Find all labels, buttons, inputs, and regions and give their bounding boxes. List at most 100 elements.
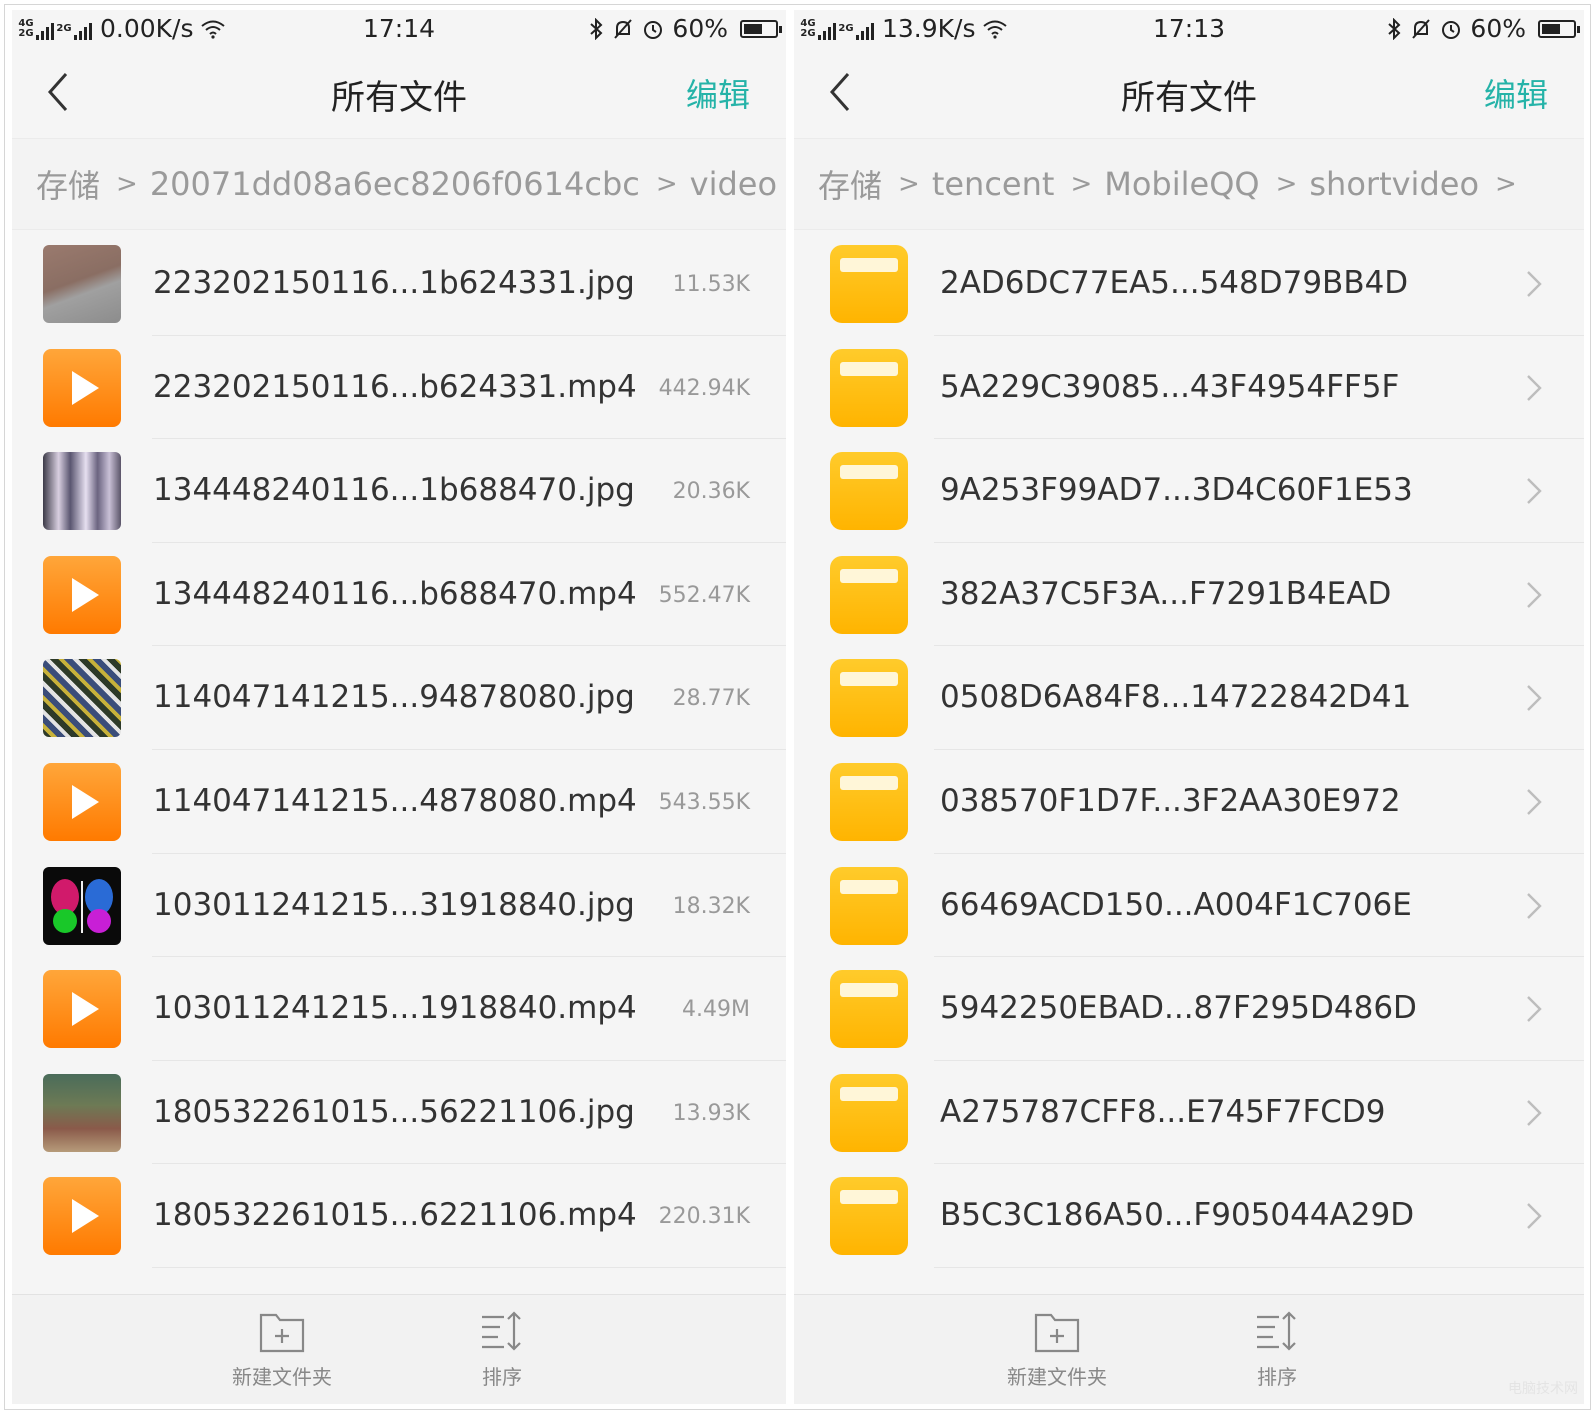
battery-icon (740, 19, 782, 38)
new-folder-label: 新建文件夹 (232, 1365, 332, 1389)
bluetooth-icon (590, 17, 603, 40)
file-row[interactable]: 180532261015...6221106.mp4 220.31K (12, 1164, 786, 1268)
chevron-right-icon: > (1495, 169, 1517, 199)
file-row[interactable]: 134448240116...1b688470.jpg 20.36K (12, 439, 786, 543)
file-row[interactable]: 180532261015...56221106.jpg 13.93K (12, 1061, 786, 1165)
alarm-icon (1442, 20, 1461, 39)
bell-mute-icon (1412, 18, 1431, 39)
breadcrumb-item[interactable]: 存储 (36, 161, 100, 207)
bluetooth-icon (1388, 17, 1401, 40)
breadcrumb-item[interactable]: MobileQQ (1104, 165, 1259, 203)
new-folder-icon (259, 1313, 305, 1353)
folder-row[interactable]: 038570F1D7F...3F2AA30E972 (794, 750, 1584, 854)
folder-name: 5942250EBAD...87F295D486D (940, 990, 1417, 1027)
new-folder-button[interactable]: 新建文件夹 (987, 1309, 1127, 1390)
file-name: 134448240116...1b688470.jpg (153, 472, 635, 509)
image-thumbnail (43, 659, 121, 738)
file-row[interactable]: 223202150116...b624331.mp4 442.94K (12, 336, 786, 440)
row-divider (152, 1266, 786, 1268)
folder-icon (830, 555, 908, 634)
file-name: 180532261015...6221106.mp4 (153, 1197, 637, 1234)
chevron-right-icon: > (116, 169, 138, 199)
chevron-right-icon: > (1275, 169, 1298, 199)
breadcrumb: 存储 > tencent > MobileQQ > shortvideo > (794, 138, 1584, 230)
row-divider (934, 1266, 1584, 1268)
status-bar: 4G 2G 2G 13.9K/s 17:13 60% (794, 10, 1584, 46)
nav-bar: 所有文件 编辑 (12, 46, 786, 138)
breadcrumb-item[interactable]: video (690, 165, 777, 203)
watermark: 电脑技术网 (1508, 1381, 1578, 1397)
folder-name: 382A37C5F3A...F7291B4EAD (940, 575, 1392, 612)
file-row[interactable]: 114047141215...94878080.jpg 28.77K (12, 646, 786, 750)
chevron-right-icon (1527, 789, 1542, 815)
breadcrumb-item[interactable]: shortvideo (1309, 165, 1479, 203)
folder-icon (830, 452, 908, 531)
chevron-right-icon: > (1070, 169, 1093, 199)
file-row[interactable]: 103011241215...31918840.jpg 18.32K (12, 854, 786, 958)
sort-icon (1257, 1311, 1296, 1351)
battery-percent: 60% (1470, 14, 1526, 43)
breadcrumb-item[interactable]: tencent (932, 165, 1055, 203)
sort-button[interactable]: 排序 (432, 1309, 572, 1390)
file-row[interactable]: 114047141215...4878080.mp4 543.55K (12, 750, 786, 854)
file-size: 20.36K (672, 479, 750, 505)
chevron-right-icon (1527, 1099, 1542, 1126)
play-icon (43, 555, 121, 634)
nav-bar: 所有文件 编辑 (794, 46, 1584, 138)
new-folder-icon (1034, 1313, 1080, 1353)
image-thumbnail (43, 452, 121, 531)
image-thumbnail (43, 245, 121, 323)
breadcrumb-item[interactable]: 20071dd08a6ec8206f0614cbc (150, 165, 640, 203)
folder-name: 0508D6A84F8...14722842D41 (940, 679, 1412, 716)
battery-percent: 60% (672, 14, 728, 43)
page-title: 所有文件 (331, 78, 467, 118)
folder-row[interactable]: 382A37C5F3A...F7291B4EAD (794, 543, 1584, 647)
breadcrumb-item[interactable]: 存储 (818, 161, 882, 207)
folder-row[interactable]: 2AD6DC77EA5...548D79BB4D (794, 232, 1584, 336)
file-row[interactable]: 223202150116...1b624331.jpg 11.53K (12, 232, 786, 336)
play-icon (43, 348, 121, 427)
folder-row[interactable]: 9A253F99AD7...3D4C60F1E53 (794, 439, 1584, 543)
chevron-right-icon (1527, 892, 1542, 919)
file-row[interactable]: 103011241215...1918840.mp4 4.49M (12, 957, 786, 1061)
folder-name: 2AD6DC77EA5...548D79BB4D (940, 265, 1409, 301)
file-size: 543.55K (658, 789, 750, 815)
edit-button[interactable]: 编辑 (1484, 70, 1548, 116)
bottom-toolbar: 新建文件夹 排序 (794, 1294, 1584, 1404)
file-size: 11.53K (672, 272, 750, 297)
folder-icon (830, 245, 908, 323)
file-size: 552.47K (658, 582, 750, 608)
sort-label: 排序 (482, 1365, 522, 1389)
file-name: 223202150116...b624331.mp4 (153, 368, 637, 405)
folder-name: 5A229C39085...43F4954FF5F (940, 368, 1400, 405)
folder-row[interactable]: A275787CFF8...E745F7FCD9 (794, 1061, 1584, 1165)
folder-name: 9A253F99AD7...3D4C60F1E53 (940, 472, 1413, 509)
play-icon (43, 1177, 121, 1256)
bottom-toolbar: 新建文件夹 排序 (12, 1294, 786, 1404)
file-name: 114047141215...4878080.mp4 (153, 782, 637, 819)
folder-icon (830, 348, 908, 427)
folder-row[interactable]: B5C3C186A50...F905044A29D (794, 1164, 1584, 1268)
breadcrumb: 存储 > 20071dd08a6ec8206f0614cbc > video > (12, 138, 786, 230)
chevron-right-icon (1527, 271, 1542, 297)
file-size: 442.94K (658, 375, 750, 401)
chevron-right-icon: > (655, 169, 678, 199)
file-size: 28.77K (672, 686, 750, 712)
folder-name: 038570F1D7F...3F2AA30E972 (940, 782, 1401, 819)
folder-row[interactable]: 0508D6A84F8...14722842D41 (794, 646, 1584, 750)
chevron-right-icon (1527, 581, 1542, 608)
sort-icon (482, 1311, 521, 1351)
folder-row[interactable]: 5A229C39085...43F4954FF5F (794, 336, 1584, 440)
file-name: 223202150116...1b624331.jpg (153, 265, 635, 301)
edit-button[interactable]: 编辑 (686, 70, 750, 116)
new-folder-button[interactable]: 新建文件夹 (212, 1309, 352, 1390)
chevron-right-icon (1527, 685, 1542, 712)
battery-fill (744, 23, 762, 34)
folder-row[interactable]: 66469ACD150...A004F1C706E (794, 854, 1584, 958)
sort-button[interactable]: 排序 (1207, 1309, 1347, 1390)
image-thumbnail (43, 1073, 121, 1152)
folder-icon (830, 866, 908, 945)
file-row[interactable]: 134448240116...b688470.mp4 552.47K (12, 543, 786, 647)
folder-icon (830, 1177, 908, 1256)
folder-row[interactable]: 5942250EBAD...87F295D486D (794, 957, 1584, 1061)
